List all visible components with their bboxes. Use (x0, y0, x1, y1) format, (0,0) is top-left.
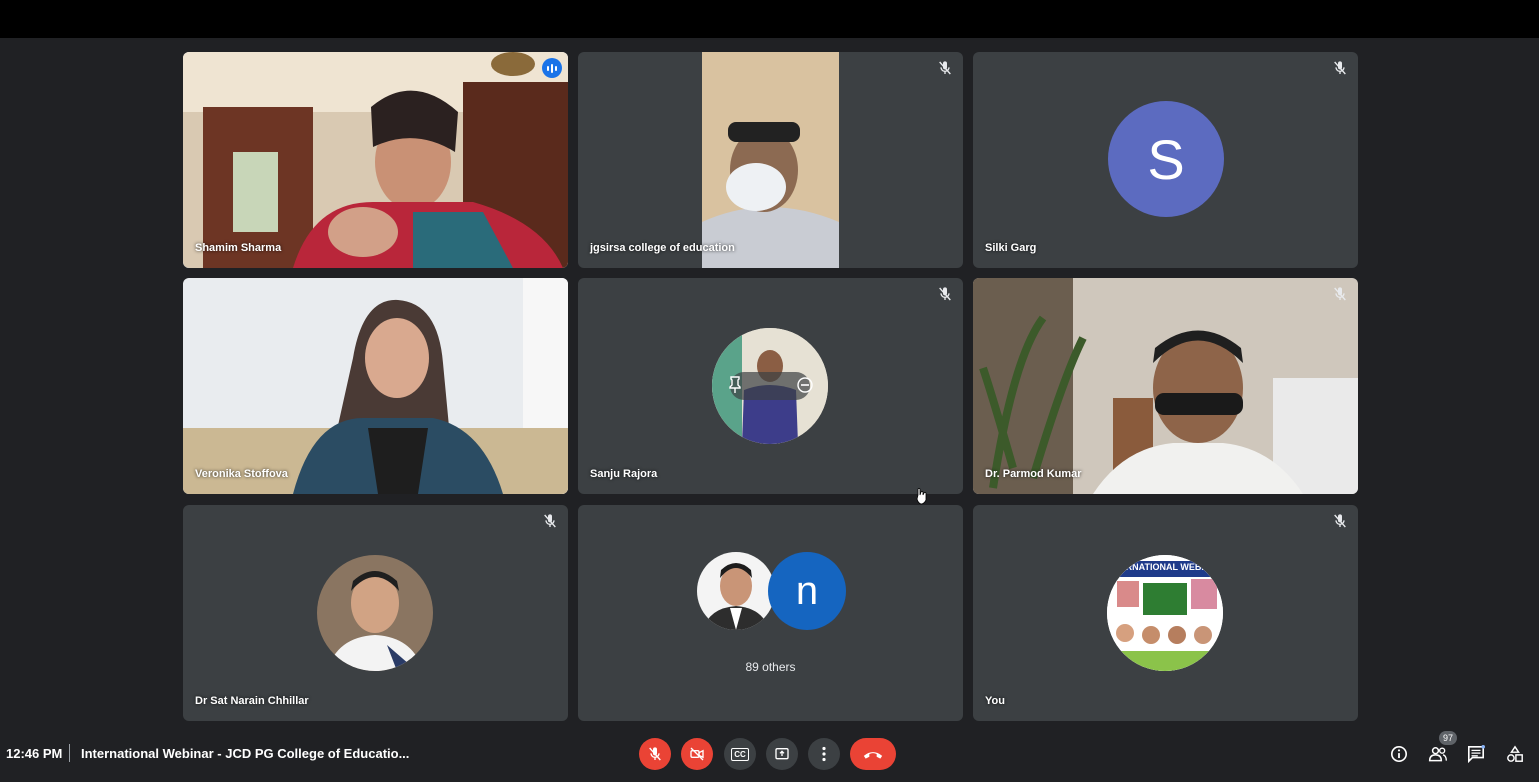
webinar-banner-text: ERNATIONAL WEBIN (1119, 562, 1211, 572)
participant-video (973, 278, 1358, 494)
participant-tile-others[interactable]: n 89 others (578, 505, 963, 721)
activities-icon (1507, 745, 1523, 762)
avatar: S (1108, 101, 1224, 217)
participant-count-badge: 97 (1439, 731, 1457, 745)
top-black-bar (0, 0, 1539, 38)
pin-icon[interactable] (728, 376, 742, 394)
participant-name: You (985, 695, 1005, 707)
others-count-label: 89 others (745, 660, 796, 674)
leave-call-button[interactable] (850, 738, 896, 770)
activities-button[interactable] (1503, 742, 1527, 766)
camera-toggle-button[interactable] (681, 738, 713, 770)
mic-off-icon (649, 747, 661, 761)
participant-tile-silki-garg[interactable]: S Silki Garg (973, 52, 1358, 268)
mic-off-icon (1334, 287, 1346, 301)
captions-button[interactable]: CC (724, 738, 756, 770)
divider (69, 744, 70, 762)
captions-icon: CC (731, 747, 749, 761)
more-vert-icon (822, 746, 826, 762)
participant-video (702, 52, 839, 268)
mic-off-icon (1334, 514, 1346, 528)
participant-tile-jgsirsa[interactable]: jgsirsa college of education (578, 52, 963, 268)
mic-off-icon (544, 514, 556, 528)
participant-name: Dr Sat Narain Chhillar (195, 695, 309, 707)
meeting-time: 12:46 PM (6, 746, 63, 761)
info-icon (1390, 745, 1408, 763)
participant-tile-parmod-kumar[interactable]: Dr. Parmod Kumar (973, 278, 1358, 494)
mic-toggle-button[interactable] (639, 738, 671, 770)
speaking-indicator-icon (542, 58, 562, 78)
participant-name: Shamim Sharma (195, 242, 282, 254)
meeting-details-button[interactable] (1387, 742, 1411, 766)
avatar (712, 328, 828, 444)
mic-off-icon (939, 287, 951, 301)
avatar: n (768, 552, 846, 630)
meeting-title: International Webinar - JCD PG College o… (81, 746, 410, 761)
bottom-toolbar: 12:46 PM International Webinar - JCD PG … (0, 725, 1539, 782)
avatar: ERNATIONAL WEBIN (1107, 555, 1223, 671)
mic-off-icon (939, 61, 951, 75)
avatar (317, 555, 433, 671)
present-icon (775, 748, 789, 760)
call-end-icon (863, 752, 883, 759)
people-button[interactable] (1426, 742, 1450, 766)
mic-off-icon (1334, 61, 1346, 75)
remove-icon[interactable] (796, 376, 814, 394)
people-icon (1428, 747, 1447, 762)
chat-icon (1467, 745, 1485, 763)
participant-tile-sanju-rajora[interactable]: Sanju Rajora (578, 278, 963, 494)
chat-button[interactable] (1464, 742, 1488, 766)
participant-video (183, 52, 568, 268)
participant-name: Dr. Parmod Kumar (985, 468, 1082, 480)
participant-video (183, 278, 568, 494)
participant-tile-sat-narain-chhillar[interactable]: Dr Sat Narain Chhillar (183, 505, 568, 721)
more-options-button[interactable] (808, 738, 840, 770)
present-button[interactable] (766, 738, 798, 770)
participant-name: jgsirsa college of education (590, 242, 735, 254)
participant-name: Veronika Stoffova (195, 468, 288, 480)
avatar (697, 552, 775, 630)
mouse-cursor-icon (916, 488, 927, 505)
participant-tile-veronika-stoffova[interactable]: Veronika Stoffova (183, 278, 568, 494)
participant-tile-shamim-sharma[interactable]: Shamim Sharma (183, 52, 568, 268)
participant-name: Sanju Rajora (590, 468, 658, 480)
videocam-off-icon (690, 747, 704, 761)
participant-tile-you[interactable]: ERNATIONAL WEBIN You (973, 505, 1358, 721)
participant-name: Silki Garg (985, 242, 1037, 254)
